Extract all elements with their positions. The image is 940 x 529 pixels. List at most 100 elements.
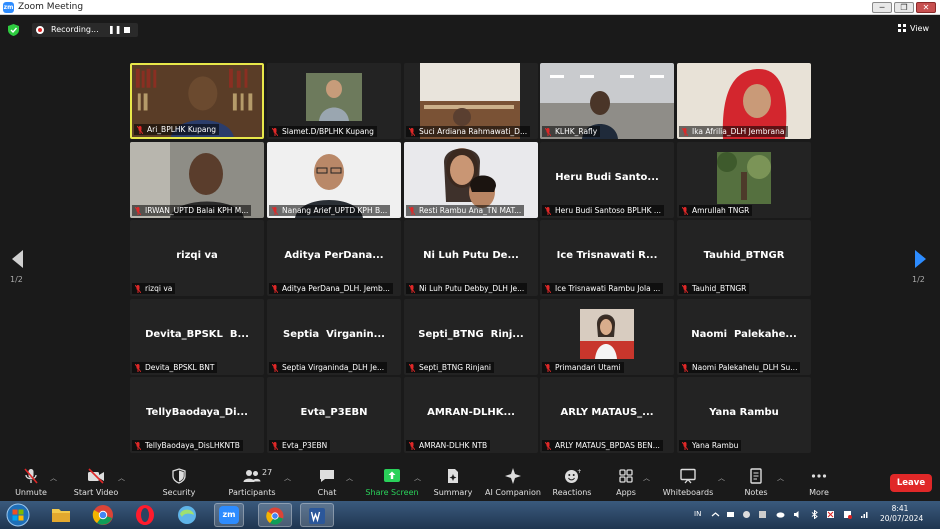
start-video-button[interactable]: Start Video xyxy=(74,463,118,501)
share-screen-button[interactable]: Share Screen xyxy=(365,463,419,501)
participants-icon xyxy=(243,470,261,482)
share-options-chevron-icon[interactable]: ︿ xyxy=(414,473,421,483)
security-tray-icon[interactable] xyxy=(826,510,835,519)
participant-tile[interactable]: rizqi va rizqi va xyxy=(130,220,264,296)
word-taskbar-app[interactable] xyxy=(300,503,334,527)
language-indicator[interactable]: IN xyxy=(694,510,701,518)
participant-display-name: Aditya PerDana... xyxy=(284,250,384,261)
participant-tile[interactable]: IRWAN_UPTD Balai KPH M... xyxy=(130,142,264,218)
security-shield-icon[interactable] xyxy=(8,24,19,36)
ai-companion-button[interactable]: AI Companion xyxy=(485,463,541,501)
cloud-icon[interactable] xyxy=(776,510,785,519)
network-app-icon[interactable] xyxy=(726,510,735,519)
chat-button[interactable]: Chat xyxy=(308,463,346,501)
participant-name-label: Heru Budi Santoso BPLHK ... xyxy=(542,205,665,216)
participant-tile[interactable]: Aditya PerDana... Aditya PerDana_DLH. Jem… xyxy=(267,220,401,296)
system-clock[interactable]: 8:41 20/07/2024 xyxy=(880,504,923,524)
pause-recording-button[interactable]: ❚❚ xyxy=(108,25,121,35)
bluetooth-icon[interactable] xyxy=(810,510,819,519)
stop-recording-button[interactable] xyxy=(124,27,130,33)
participant-tile[interactable]: TellyBaodaya_Di... TellyBaodaya_DisLHKNTB xyxy=(130,377,264,453)
participant-tile[interactable]: Heru Budi Santo... Heru Budi Santoso BPLH… xyxy=(540,142,674,218)
participant-name-text: IRWAN_UPTD Balai KPH M... xyxy=(145,206,249,215)
next-page-arrow-icon[interactable] xyxy=(915,250,926,268)
muted-mic-icon xyxy=(682,442,688,450)
opera-icon[interactable] xyxy=(130,503,160,527)
apps-chevron-icon[interactable]: ︿ xyxy=(643,473,650,483)
chrome-taskbar-app[interactable] xyxy=(258,503,292,527)
notes-icon xyxy=(750,468,762,484)
participant-tile[interactable]: Ika Afrilia_DLH Jembrana xyxy=(677,63,811,139)
zoom-taskbar-app[interactable]: zm xyxy=(214,503,244,527)
participant-tile[interactable]: Yana Rambu Yana Rambu xyxy=(677,377,811,453)
participant-tile[interactable]: Ice Trisnawati R... Ice Trisnawati Rambu … xyxy=(540,220,674,296)
volume-icon[interactable] xyxy=(793,510,802,519)
more-button[interactable]: More xyxy=(800,463,838,501)
participant-tile[interactable]: Devita_BPSKL B... Devita_BPSKL BNT xyxy=(130,299,264,375)
reactions-button[interactable]: + Reactions xyxy=(553,463,592,501)
participant-name-label: Amrullah TNGR xyxy=(679,205,753,216)
view-button[interactable]: View xyxy=(898,23,929,35)
participant-tile[interactable]: Evta_P3EBN Evta_P3EBN xyxy=(267,377,401,453)
tray-app-icon[interactable] xyxy=(742,510,751,519)
unmute-button[interactable]: Unmute xyxy=(12,463,50,501)
participants-button[interactable]: 27 Participants xyxy=(229,463,276,501)
participant-tile[interactable]: Tauhid_BTNGR Tauhid_BTNGR xyxy=(677,220,811,296)
participant-tile[interactable]: Naomi Palekahe... Naomi Palekahelu_DLH Su… xyxy=(677,299,811,375)
participant-tile[interactable]: Nanang Arief_UPTD KPH B... xyxy=(267,142,401,218)
participants-chevron-icon[interactable]: ︿ xyxy=(284,473,291,483)
signal-strength-icon[interactable] xyxy=(860,510,869,519)
participant-tile[interactable]: Septia Virganin... Septia Virganinda_DLH … xyxy=(267,299,401,375)
participant-tile[interactable]: Resti Rambu Ana_TN MAT... xyxy=(404,142,538,218)
notes-chevron-icon[interactable]: ︿ xyxy=(777,473,784,483)
muted-mic-icon xyxy=(682,364,688,372)
participant-name-text: Naomi Palekahelu_DLH Su... xyxy=(692,363,798,372)
leave-button[interactable]: Leave xyxy=(890,474,932,492)
notes-button[interactable]: Notes xyxy=(737,463,775,501)
file-explorer-icon[interactable] xyxy=(46,503,76,527)
participant-tile[interactable]: Suci Ardiana Rahmawati_D... xyxy=(404,63,538,139)
video-options-chevron-icon[interactable]: ︿ xyxy=(118,473,125,483)
more-label: More xyxy=(809,488,829,497)
participant-tile[interactable]: Slamet.D/BPLHK Kupang xyxy=(267,63,401,139)
participant-tile[interactable]: Ni Luh Putu De... Ni Luh Putu Debby_DLH J… xyxy=(404,220,538,296)
participant-tile[interactable]: Septi_BTNG Rinj... Septi_BTNG Rinjani xyxy=(404,299,538,375)
whiteboards-button[interactable]: Whiteboards xyxy=(663,463,713,501)
minimize-button[interactable]: ─ xyxy=(872,2,892,13)
chrome-window-icon xyxy=(266,507,284,525)
apps-button[interactable]: Apps xyxy=(607,463,645,501)
security-button[interactable]: Security xyxy=(160,463,198,501)
zoom-app-icon: zm xyxy=(219,506,239,524)
participant-display-name: Heru Budi Santo... xyxy=(555,172,659,183)
previous-page-arrow-icon[interactable] xyxy=(12,250,23,268)
tray-app-icon-2[interactable] xyxy=(758,510,767,519)
svg-text:+: + xyxy=(577,468,581,475)
participant-name-label: Evta_P3EBN xyxy=(269,440,331,451)
chat-bubble-icon xyxy=(320,470,334,482)
action-center-icon[interactable] xyxy=(843,510,852,519)
participant-name-text: Heru Budi Santoso BPLHK ... xyxy=(555,206,662,215)
muted-mic-icon xyxy=(272,442,278,450)
muted-mic-icon xyxy=(409,364,415,372)
participant-tile[interactable]: ARLY MATAUS_... ARLY MATAUS_BPDAS BEN... xyxy=(540,377,674,453)
participant-tile[interactable]: AMRAN-DLHK... AMRAN-DLHK NTB xyxy=(404,377,538,453)
participant-name-text: Slamet.D/BPLHK Kupang xyxy=(282,127,374,136)
participant-tile[interactable]: Ari_BPLHK Kupang xyxy=(130,63,264,139)
participant-name-text: TellyBaodaya_DisLHKNTB xyxy=(145,441,240,450)
browser-icon[interactable] xyxy=(172,503,202,527)
audio-options-chevron-icon[interactable]: ︿ xyxy=(50,473,57,483)
participant-tile[interactable]: Amrullah TNGR xyxy=(677,142,811,218)
chat-chevron-icon[interactable]: ︿ xyxy=(346,473,353,483)
tray-expand-chevron-icon[interactable] xyxy=(711,510,720,519)
chrome-icon[interactable] xyxy=(88,503,118,527)
participant-tile[interactable]: KLHK_Rafly xyxy=(540,63,674,139)
participant-display-name: Septi_BTNG Rinj... xyxy=(418,329,524,340)
zoom-logo-icon: zm xyxy=(3,2,14,13)
participant-tile[interactable]: Primandari Utami xyxy=(540,299,674,375)
whiteboards-chevron-icon[interactable]: ︿ xyxy=(718,473,725,483)
close-button[interactable]: ✕ xyxy=(916,2,936,13)
maximize-button[interactable]: ❐ xyxy=(894,2,914,13)
summary-button[interactable]: Summary xyxy=(434,463,472,501)
start-orb-icon[interactable] xyxy=(5,503,31,527)
participant-display-name: Evta_P3EBN xyxy=(300,407,368,418)
